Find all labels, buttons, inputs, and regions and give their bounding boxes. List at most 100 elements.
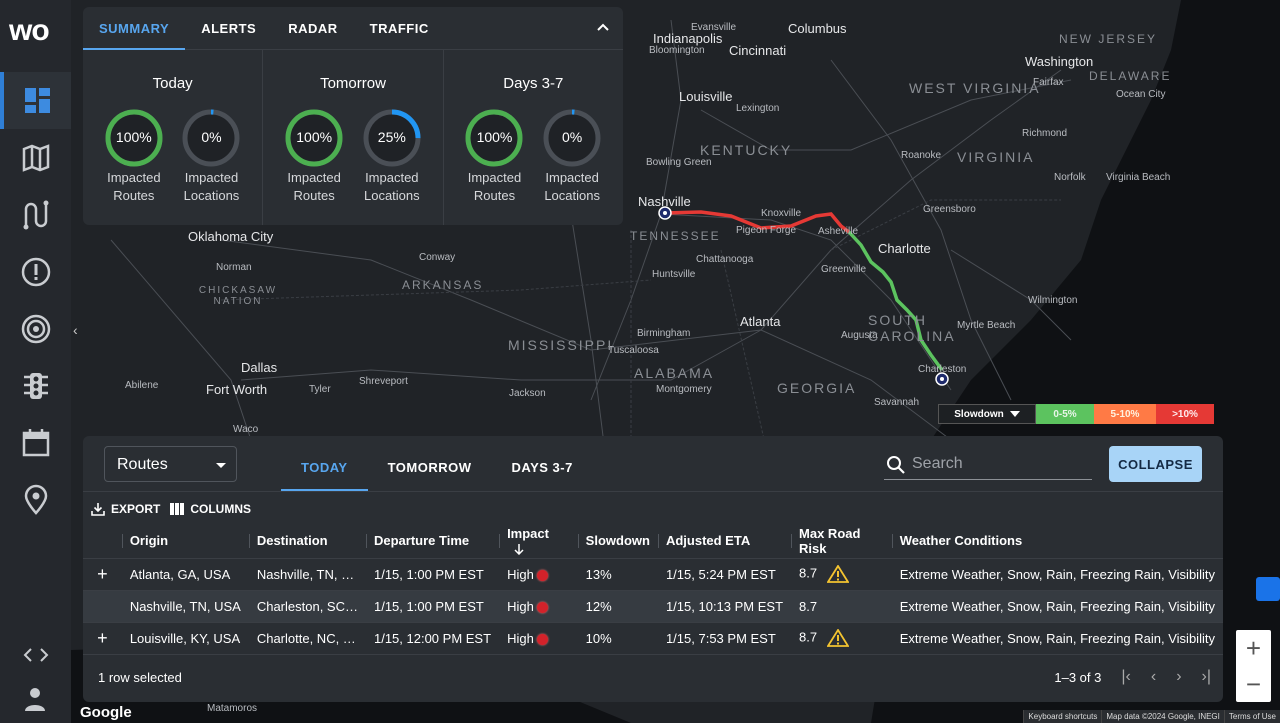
gauge-value: 25%	[377, 129, 406, 145]
tab-today[interactable]: TODAY	[281, 436, 368, 491]
cell-impact: High	[499, 558, 578, 591]
map-city-label: Atlanta	[740, 314, 781, 329]
map-city-label: Wilmington	[1028, 295, 1078, 306]
export-label: EXPORT	[111, 502, 161, 516]
cell-weather: Extreme Weather, Snow, Rain, Freezing Ra…	[891, 558, 1223, 591]
tab-summary[interactable]: SUMMARY	[83, 7, 186, 50]
column-header-risk[interactable]: Max Road Risk	[791, 524, 892, 559]
tab-alerts[interactable]: ALERTS	[185, 7, 272, 50]
cell-impact: High	[499, 622, 578, 655]
logo: wo	[9, 14, 50, 47]
summary-column: Days 3-7 100% Impacted Routes 0% Impacte…	[444, 50, 623, 225]
collapse-sidebar-icon[interactable]: ‹	[73, 322, 78, 338]
map-city-label: Washington	[1025, 54, 1094, 69]
map-city-label: Norman	[216, 262, 252, 273]
map-city-label: Fort Worth	[206, 382, 268, 397]
expand-row-button[interactable]: +	[83, 622, 122, 655]
map-icon	[22, 143, 49, 172]
sidebar-item-calendar[interactable]	[0, 414, 71, 471]
street-view-icon[interactable]	[1256, 577, 1280, 601]
prev-page-icon[interactable]: ‹	[1151, 668, 1156, 686]
first-page-icon[interactable]: |‹	[1121, 668, 1130, 686]
chevron-up-icon[interactable]	[595, 19, 611, 35]
sidebar-item-alerts[interactable]	[0, 243, 71, 300]
sidebar-item-map[interactable]	[0, 129, 71, 186]
map-city-label: Greenville	[821, 264, 867, 275]
zoom-in-button[interactable]: +	[1236, 630, 1271, 666]
gauge-value: 100%	[476, 129, 513, 145]
tab-days-3-7[interactable]: DAYS 3-7	[492, 436, 593, 491]
column-header-destination[interactable]: Destination	[248, 524, 366, 559]
column-header-slowdown[interactable]: Slowdown	[577, 524, 658, 559]
next-page-icon[interactable]: ›	[1176, 668, 1181, 686]
gauge-value: 100%	[115, 129, 152, 145]
map-city-label: Roanoke	[901, 150, 942, 161]
map-city-label: Cincinnati	[729, 43, 787, 58]
map-city-label: Norfolk	[1054, 172, 1086, 183]
table-row[interactable]: Nashville, TN, USA Charleston, SC… 1/15,…	[83, 590, 1223, 623]
expand-row-button[interactable]	[83, 590, 122, 623]
columns-label: COLUMNS	[190, 502, 252, 516]
divider	[83, 491, 1223, 492]
sort-arrow-down-icon[interactable]	[513, 543, 525, 556]
sidebar-item-dashboard[interactable]	[0, 72, 71, 129]
impact-gauge[interactable]: 25% Impacted Locations	[357, 109, 427, 205]
tab-traffic[interactable]: TRAFFIC	[354, 7, 445, 50]
legend-selector[interactable]: Slowdown	[938, 404, 1036, 424]
impact-gauge[interactable]: 100% Impacted Routes	[279, 109, 349, 205]
map-city-label: Chattanooga	[696, 254, 754, 265]
map-city-label: Tuscaloosa	[608, 345, 659, 356]
pagination: 1–3 of 3 |‹ ‹ › ›|	[1054, 668, 1211, 686]
map-state-label: MISSISSIPPI	[508, 337, 614, 353]
pagination-range: 1–3 of 3	[1054, 669, 1102, 685]
columns-icon	[170, 503, 185, 515]
export-button[interactable]: EXPORT	[91, 502, 160, 516]
impact-gauge[interactable]: 0% Impacted Locations	[537, 109, 607, 205]
terms-link[interactable]: Terms of Use	[1223, 710, 1280, 723]
legend-selector-label: Slowdown	[954, 408, 1004, 420]
column-header-eta[interactable]: Adjusted ETA	[657, 524, 792, 559]
slowdown-legend: Slowdown 0-5% 5-10% >10%	[938, 404, 1214, 424]
column-header-origin[interactable]: Origin	[121, 524, 249, 559]
cell-origin: Atlanta, GA, USA	[121, 558, 249, 591]
summary-column-title: Today	[152, 75, 193, 92]
routes-selector[interactable]: Routes	[104, 446, 237, 482]
sidebar-item-radar[interactable]	[0, 300, 71, 357]
warning-icon[interactable]	[826, 564, 850, 583]
cell-weather: Extreme Weather, Snow, Rain, Freezing Ra…	[891, 622, 1223, 655]
map-city-label: Huntsville	[652, 269, 696, 280]
table-row[interactable]: + Louisville, KY, USA Charlotte, NC, … 1…	[83, 622, 1223, 655]
zoom-out-button[interactable]: −	[1236, 666, 1271, 702]
radar-icon	[21, 314, 50, 343]
columns-button[interactable]: COLUMNS	[170, 502, 251, 516]
sidebar-item-routes[interactable]	[0, 186, 71, 243]
gauge-label: Impacted Locations	[363, 170, 420, 203]
impact-gauge[interactable]: 100% Impacted Routes	[99, 109, 169, 205]
routes-panel: Routes TODAY TOMORROW DAYS 3-7 COLLAPSE …	[83, 436, 1223, 702]
sidebar-item-traffic[interactable]	[0, 357, 71, 414]
map-city-label: Pigeon Forge	[736, 225, 797, 236]
user-icon[interactable]	[23, 686, 47, 712]
table-row[interactable]: + Atlanta, GA, USA Nashville, TN, … 1/15…	[83, 558, 1223, 591]
impact-gauge[interactable]: 0% Impacted Locations	[176, 109, 246, 205]
column-header-departure[interactable]: Departure Time	[365, 524, 500, 559]
last-page-icon[interactable]: ›|	[1202, 668, 1211, 686]
impact-gauge[interactable]: 100% Impacted Routes	[459, 109, 529, 205]
column-header-weather[interactable]: Weather Conditions	[891, 524, 1223, 559]
cell-destination: Charlotte, NC, …	[248, 622, 366, 655]
collapse-button[interactable]: COLLAPSE	[1109, 446, 1202, 482]
sidebar-item-location[interactable]	[0, 471, 71, 528]
warning-icon[interactable]	[826, 628, 850, 647]
tab-radar[interactable]: RADAR	[272, 7, 353, 50]
cell-impact: High	[499, 590, 578, 623]
legend-swatch: 0-5%	[1036, 404, 1094, 424]
map-city-label: Abilene	[125, 380, 159, 391]
map-city-label: Conway	[419, 252, 456, 263]
search-input[interactable]	[912, 452, 1087, 476]
code-expand-icon[interactable]	[22, 645, 50, 665]
column-header-impact[interactable]: Impact	[499, 524, 578, 559]
expand-row-button[interactable]: +	[83, 558, 122, 591]
tab-tomorrow[interactable]: TOMORROW	[368, 436, 492, 491]
gauge-label: Impacted Locations	[544, 170, 600, 203]
keyboard-shortcuts-link[interactable]: Keyboard shortcuts	[1023, 710, 1102, 723]
